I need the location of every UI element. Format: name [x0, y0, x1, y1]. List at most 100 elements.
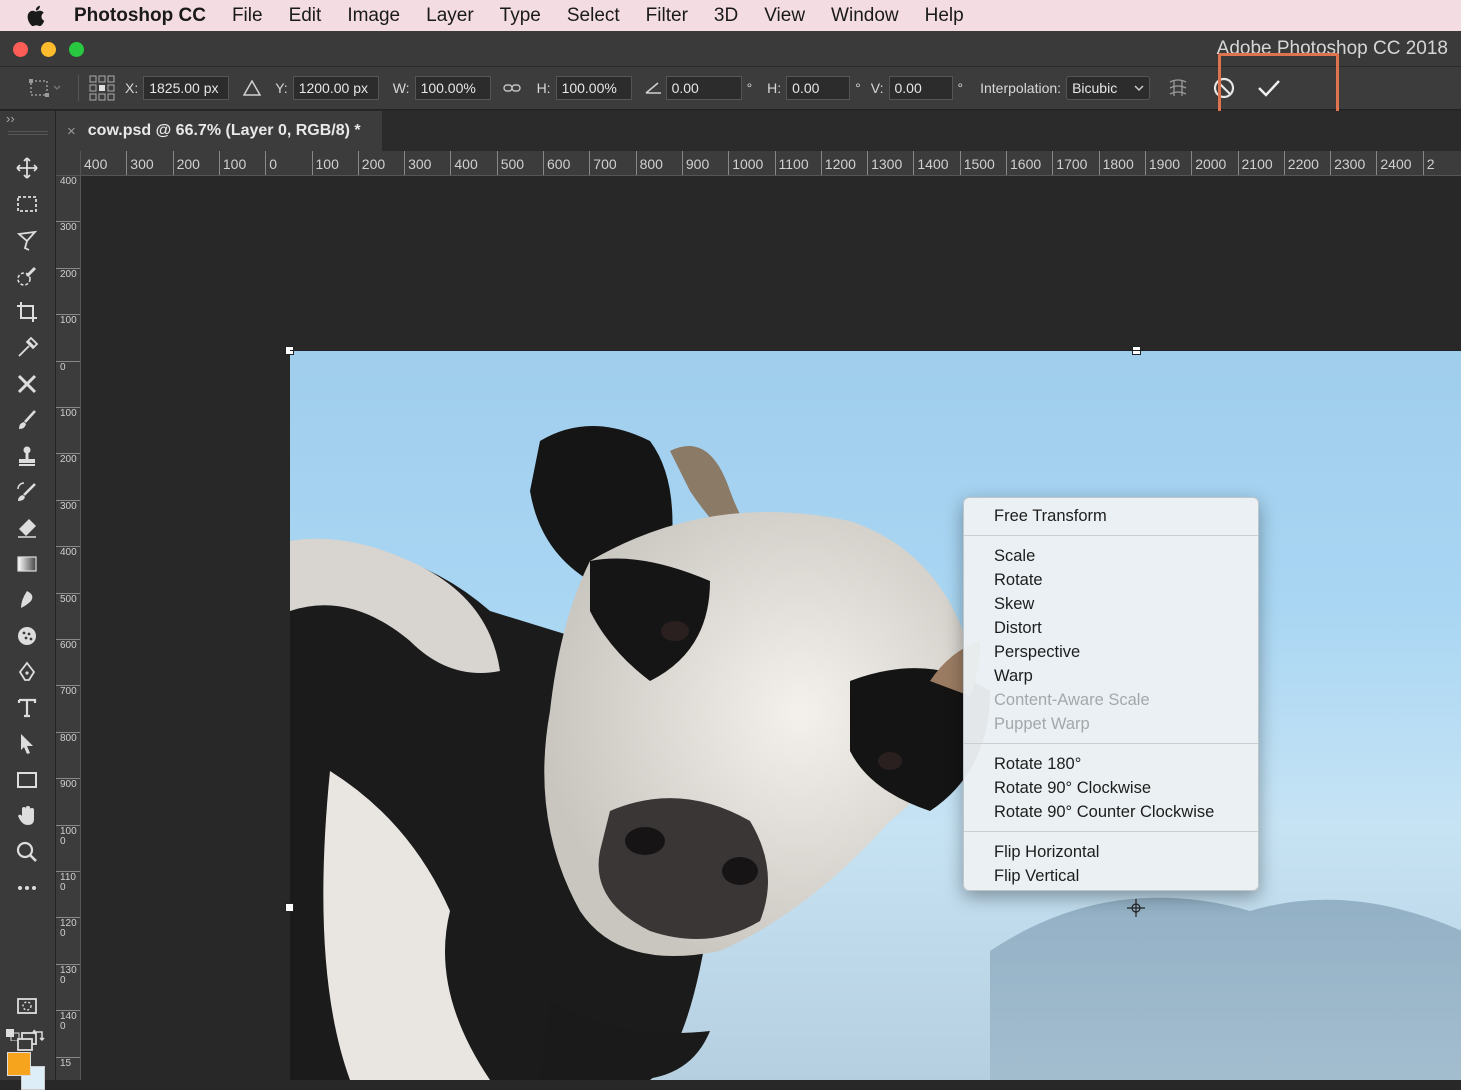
crop-tool-icon[interactable] — [11, 297, 43, 327]
ruler-tick-label: 500 — [496, 151, 524, 175]
clone-stamp-tool-icon[interactable] — [11, 441, 43, 471]
menu-3d[interactable]: 3D — [714, 5, 738, 27]
more-tools-icon[interactable] — [11, 873, 43, 903]
ruler-tick-label: 300 — [56, 221, 80, 265]
menu-item-rotate[interactable]: Rotate — [964, 568, 1258, 592]
expand-panel-icon[interactable]: ›› — [6, 111, 15, 126]
menu-item-rotate-180[interactable]: Rotate 180° — [964, 752, 1258, 776]
interpolation-select[interactable]: Bicubic — [1066, 76, 1151, 100]
vertical-skew-field[interactable]: 0.00 — [888, 76, 953, 100]
cow-illustration — [290, 426, 1461, 1080]
menu-window[interactable]: Window — [831, 5, 899, 27]
menu-filter[interactable]: Filter — [646, 5, 688, 27]
delta-icon[interactable] — [243, 80, 262, 96]
reference-point-icon[interactable] — [89, 75, 117, 101]
ruler-tick-label: 1200 — [56, 917, 80, 961]
rectangular-marquee-tool-icon[interactable] — [11, 189, 43, 219]
menu-item-content-aware-scale: Content-Aware Scale — [994, 691, 1150, 709]
type-tool-icon[interactable] — [11, 693, 43, 723]
quick-mask-icon[interactable] — [11, 991, 43, 1021]
menu-view[interactable]: View — [764, 5, 805, 27]
menu-select[interactable]: Select — [567, 5, 620, 27]
divider — [78, 75, 79, 101]
transform-bounding-line-top — [290, 350, 1461, 351]
ruler-tick-label: 1000 — [56, 824, 80, 869]
minimize-window-button[interactable] — [41, 42, 56, 57]
ruler-tick-label: 400 — [450, 151, 478, 175]
menu-file[interactable]: File — [232, 5, 263, 27]
menu-item-flip-horizontal[interactable]: Flip Horizontal — [964, 840, 1258, 864]
ruler-tick-label: 2300 — [1330, 151, 1365, 175]
ruler-tick-label: 1300 — [867, 151, 902, 175]
ruler-tick-label: 100 — [56, 407, 80, 451]
x-position-field[interactable]: 1825.00 px — [143, 76, 230, 100]
menu-edit[interactable]: Edit — [289, 5, 322, 27]
blur-tool-icon[interactable] — [11, 585, 43, 615]
ruler-tick-label: 300 — [126, 151, 154, 175]
degree-symbol: ° — [957, 80, 964, 96]
path-selection-tool-icon[interactable] — [11, 729, 43, 759]
ruler-tick-label: 200 — [56, 267, 80, 312]
history-brush-tool-icon[interactable] — [11, 477, 43, 507]
pen-tool-icon[interactable] — [11, 657, 43, 687]
y-position-field[interactable]: 1200.00 px — [292, 76, 379, 100]
menu-type[interactable]: Type — [500, 5, 541, 27]
ruler-tick-label: 15 — [56, 1056, 80, 1080]
menu-help[interactable]: Help — [925, 5, 964, 27]
menu-item-perspective[interactable]: Perspective — [964, 640, 1258, 664]
menu-item-free-transform[interactable]: Free Transform — [964, 504, 1258, 528]
apple-icon[interactable] — [26, 4, 54, 28]
degree-symbol: ° — [855, 80, 861, 96]
menu-separator — [964, 535, 1258, 536]
reference-point-crosshair-icon[interactable] — [1127, 899, 1145, 917]
sponge-tool-icon[interactable] — [11, 621, 43, 651]
rotation-angle-field[interactable]: 0.00 — [665, 76, 742, 100]
eraser-tool-icon[interactable] — [11, 513, 43, 543]
eyedropper-tool-icon[interactable] — [11, 333, 43, 363]
ruler-tick-label: 1300 — [56, 963, 80, 1008]
rectangle-tool-icon[interactable] — [11, 765, 43, 795]
ruler-tick-label: 300 — [404, 151, 431, 175]
menu-app-name[interactable]: Photoshop CC — [74, 5, 206, 27]
document-tab[interactable]: × cow.psd @ 66.7% (Layer 0, RGB/8) * — [56, 111, 382, 151]
vertical-skew-label: V: — [870, 80, 884, 96]
screen-mode-icon[interactable] — [11, 1027, 43, 1057]
menu-item-warp[interactable]: Warp — [964, 664, 1258, 688]
transform-tool-icon[interactable] — [28, 77, 68, 99]
quick-selection-tool-icon[interactable] — [11, 261, 43, 291]
menu-layer[interactable]: Layer — [426, 5, 474, 27]
warp-mode-icon[interactable] — [1166, 76, 1190, 100]
zoom-tool-icon[interactable] — [11, 837, 43, 867]
healing-brush-tool-icon[interactable] — [11, 369, 43, 399]
menu-item-distort[interactable]: Distort — [964, 616, 1258, 640]
brush-tool-icon[interactable] — [11, 405, 43, 435]
move-tool-icon[interactable] — [11, 153, 43, 183]
menu-item-rotate-90-ccw[interactable]: Rotate 90° Counter Clockwise — [964, 800, 1258, 824]
cow-image[interactable] — [290, 351, 1461, 1080]
ruler-tick-label: 1200 — [820, 151, 856, 175]
y-label: Y: — [275, 80, 288, 96]
ruler-tick-label: 200 — [172, 151, 200, 175]
close-window-button[interactable] — [13, 42, 28, 57]
zoom-window-button[interactable] — [69, 42, 84, 57]
menu-item-skew[interactable]: Skew — [964, 592, 1258, 616]
lasso-tool-icon[interactable] — [11, 225, 43, 255]
ruler-corner — [56, 151, 81, 176]
height-field[interactable]: 100.00% — [555, 76, 632, 100]
gradient-tool-icon[interactable] — [11, 549, 43, 579]
hand-tool-icon[interactable] — [11, 801, 43, 831]
menu-image[interactable]: Image — [347, 5, 400, 27]
menu-item-puppet-warp: Puppet Warp — [994, 715, 1090, 733]
horizontal-skew-field[interactable]: 0.00 — [786, 76, 851, 100]
ruler-tick-label: 200 — [56, 453, 80, 497]
transform-handle-middle-left[interactable] — [285, 903, 294, 912]
degree-symbol: ° — [746, 80, 753, 96]
close-document-icon[interactable]: × — [67, 123, 76, 140]
ruler-tick-label: 1500 — [959, 151, 995, 175]
link-icon[interactable] — [502, 82, 521, 94]
menu-item-flip-vertical[interactable]: Flip Vertical — [964, 864, 1258, 888]
ruler-tick-label: 700 — [589, 151, 617, 175]
menu-item-scale[interactable]: Scale — [964, 544, 1258, 568]
width-field[interactable]: 100.00% — [414, 76, 491, 100]
menu-item-rotate-90-cw[interactable]: Rotate 90° Clockwise — [964, 776, 1258, 800]
